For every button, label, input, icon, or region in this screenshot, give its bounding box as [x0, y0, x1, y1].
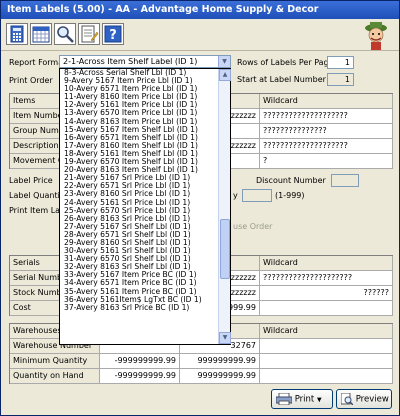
discount-number-label: Discount Number: [256, 176, 326, 185]
movement-code-wildcard[interactable]: ?: [260, 154, 393, 169]
printer-icon: [275, 392, 293, 406]
print-button[interactable]: Print ▼: [271, 389, 333, 409]
scroll-down-icon[interactable]: ▼: [219, 332, 231, 344]
group-number-wildcard[interactable]: ???????????????: [260, 124, 393, 139]
quantity-on-hand-from[interactable]: -999999999.99: [100, 369, 180, 384]
dropdown-option[interactable]: 21-Avery 5167 Srl Price Lbl (ID 1): [60, 174, 218, 182]
dropdown-option[interactable]: 18-Avery 5161 Item Shelf Lbl (ID 1): [60, 150, 218, 158]
print-chevron-down-icon[interactable]: ▼: [317, 397, 322, 404]
dropdown-option[interactable]: 19-Avery 6570 Item Shelf Lbl (ID 1): [60, 158, 218, 166]
dropdown-option[interactable]: 24-Avery 5161 Srl Price Lbl (ID 1): [60, 199, 218, 207]
dropdown-option[interactable]: 14-Avery 8163 Item Price Lbl (ID 1): [60, 118, 218, 126]
calendar-icon[interactable]: [30, 23, 52, 45]
label-quantity-input[interactable]: [242, 189, 272, 202]
help-icon[interactable]: ?: [102, 23, 124, 45]
dropdown-option[interactable]: 33-Avery 5167 Item Price BC (ID 1): [60, 271, 218, 279]
house-order-option[interactable]: use Order: [233, 222, 272, 231]
serial-number-wildcard[interactable]: ?????????????????????: [260, 271, 393, 286]
notes-icon[interactable]: [78, 23, 100, 45]
minimum-quantity-wildcard[interactable]: [260, 354, 393, 369]
stock-number-wildcard[interactable]: ??????: [260, 286, 393, 301]
start-label-label: Start at Label Number: [237, 75, 326, 84]
dropdown-option[interactable]: 31-Avery 6570 Srl Shelf Lbl (ID 1): [60, 255, 218, 263]
items-wildcard-header: Wildcard: [260, 94, 393, 109]
label-quantity-suffix: y: [233, 191, 238, 200]
item-labels-window: Item Labels (5.00) - AA - Advantage Home…: [0, 0, 400, 416]
minimum-quantity-to[interactable]: 999999999.99: [180, 354, 260, 369]
dropdown-option[interactable]: 35-Avery 5161 Item Price BC (ID 1): [60, 288, 218, 296]
dropdown-option[interactable]: 15-Avery 5167 Item Shelf Lbl (ID 1): [60, 126, 218, 134]
dropdown-option[interactable]: 26-Avery 8163 Srl Price Lbl (ID 1): [60, 215, 218, 223]
serials-wildcard-header: Wildcard: [260, 256, 393, 271]
start-label-input[interactable]: 1: [327, 73, 354, 86]
dropdown-option[interactable]: 27-Avery 5167 Srl Shelf Lbl (ID 1): [60, 223, 218, 231]
magnifier-icon[interactable]: [54, 23, 76, 45]
scroll-up-icon[interactable]: ▲: [219, 69, 231, 81]
dropdown-option[interactable]: 36-Avery 5161Item$ LgTxt BC (ID 1): [60, 296, 218, 304]
preview-button-label: Preview: [355, 394, 389, 405]
quantity-on-hand-label: Quantity on Hand: [10, 369, 100, 384]
dropdown-option[interactable]: 9-Avery 5167 Item Price Lbl (ID 1): [60, 77, 218, 85]
minimum-quantity-label: Minimum Quantity: [10, 354, 100, 369]
dropdown-option[interactable]: 37-Avery 8163 Srl Price BC (ID 1): [60, 304, 218, 312]
preview-button[interactable]: Preview: [336, 389, 392, 409]
help-glyph: ?: [109, 28, 117, 43]
dropdown-option[interactable]: 22-Avery 6571 Srl Price Lbl (ID 1): [60, 182, 218, 190]
quantity-on-hand-to[interactable]: 999999999.99: [180, 369, 260, 384]
dropdown-scrollbar[interactable]: ▲ ▼: [218, 69, 231, 344]
minimum-quantity-from[interactable]: -999999999.99: [100, 354, 180, 369]
dropdown-option[interactable]: 17-Avery 8160 Item Shelf Lbl (ID 1): [60, 142, 218, 150]
discount-number-input[interactable]: [331, 174, 359, 187]
dropdown-option[interactable]: 29-Avery 8160 Srl Shelf Lbl (ID 1): [60, 239, 218, 247]
dropdown-option[interactable]: 20-Avery 8163 Item Shelf Lbl (ID 1): [60, 166, 218, 174]
dropdown-option[interactable]: 30-Avery 5161 Srl Shelf Lbl (ID 1): [60, 247, 218, 255]
warehouse-number-wildcard[interactable]: [260, 339, 393, 354]
rows-per-page-input[interactable]: 1: [327, 56, 354, 69]
label-price-label: Label Price: [9, 176, 53, 185]
report-format-value: 2-1-Across Item Shelf Label (ID 1): [63, 57, 198, 66]
warehouses-wildcard-header: Wildcard: [260, 324, 393, 339]
dropdown-option[interactable]: 11-Avery 8160 Item Price Lbl (ID 1): [60, 93, 218, 101]
dropdown-option[interactable]: 13-Avery 6570 Item Price Lbl (ID 1): [60, 109, 218, 117]
dropdown-option[interactable]: 28-Avery 6571 Srl Shelf Lbl (ID 1): [60, 231, 218, 239]
description-wildcard[interactable]: ????????????????????: [260, 139, 393, 154]
toolbar: ?: [1, 19, 399, 51]
dropdown-option[interactable]: 16-Avery 6571 Item Shelf Lbl (ID 1): [60, 134, 218, 142]
print-order-label: Print Order: [9, 76, 53, 85]
dropdown-option[interactable]: 34-Avery 6571 Item Price BC (ID 1): [60, 279, 218, 287]
dropdown-list: 8-3-Across Serial Shelf Lbl (ID 1) 9-Aver…: [60, 69, 230, 312]
preview-icon: [340, 392, 354, 406]
title-bar: Item Labels (5.00) - AA - Advantage Home…: [1, 1, 399, 19]
dropdown-option[interactable]: 8-3-Across Serial Shelf Lbl (ID 1): [60, 69, 218, 77]
calculator-icon[interactable]: [6, 23, 28, 45]
item-number-wildcard[interactable]: ????????????????????: [260, 109, 393, 124]
scroll-thumb[interactable]: [220, 219, 230, 279]
cost-wildcard[interactable]: [260, 301, 393, 316]
quantity-range-hint: (1-999): [275, 191, 305, 200]
dropdown-option[interactable]: 25-Avery 6570 Srl Price Lbl (ID 1): [60, 207, 218, 215]
print-button-label: Print: [294, 394, 315, 405]
report-format-select[interactable]: 2-1-Across Item Shelf Label (ID 1) ▼: [59, 55, 231, 68]
report-format-dropdown[interactable]: 8-3-Across Serial Shelf Lbl (ID 1) 9-Aver…: [59, 68, 231, 345]
quantity-on-hand-wildcard[interactable]: [260, 369, 393, 384]
dropdown-option[interactable]: 32-Avery 8163 Srl Shelf Lbl (ID 1): [60, 263, 218, 271]
rows-per-page-label: Rows of Labels Per Page: [237, 58, 334, 67]
chevron-down-icon[interactable]: ▼: [218, 56, 230, 67]
dropdown-option[interactable]: 12-Avery 5161 Item Price Lbl (ID 1): [60, 101, 218, 109]
mascot-logo: [361, 19, 391, 51]
dropdown-option[interactable]: 10-Avery 6571 Item Price Lbl (ID 1): [60, 85, 218, 93]
dropdown-option[interactable]: 23-Avery 8160 Srl Price Lbl (ID 1): [60, 190, 218, 198]
report-format-label: Report Format: [9, 58, 67, 67]
